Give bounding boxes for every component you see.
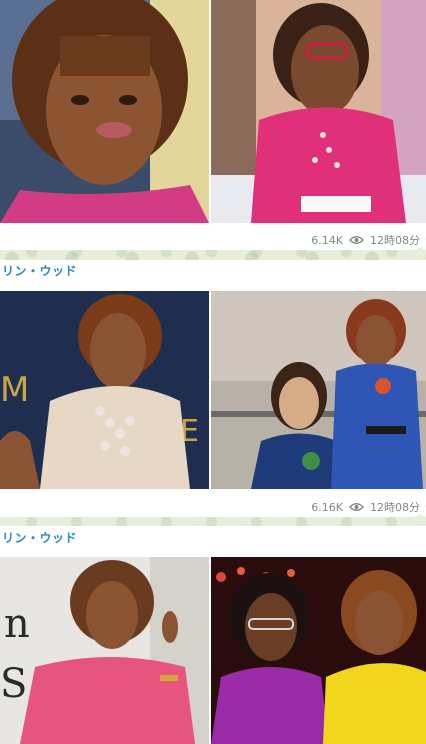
message-meta: 6.14K 12時08分	[311, 232, 420, 248]
view-count: 6.16K	[311, 500, 343, 514]
eye-icon	[349, 503, 364, 511]
photo-thumbnail[interactable]: n S	[0, 557, 209, 744]
view-count: 6.14K	[311, 233, 343, 247]
media-message: リン・ウッド M E 6.16K 12時08分	[0, 260, 426, 517]
photo-thumbnail[interactable]	[0, 0, 209, 223]
sender-name[interactable]: リン・ウッド	[2, 529, 77, 546]
media-message: 6.14K 12時08分	[0, 0, 426, 250]
photo-thumbnail[interactable]	[211, 291, 426, 489]
message-time: 12時08分	[370, 234, 420, 247]
media-message: リン・ウッド n S	[0, 526, 426, 744]
eye-icon	[349, 236, 364, 244]
message-time: 12時08分	[370, 501, 420, 514]
sender-name[interactable]: リン・ウッド	[2, 262, 77, 279]
svg-text:M: M	[0, 370, 29, 410]
photo-thumbnail[interactable]	[211, 0, 426, 223]
svg-text:n: n	[4, 601, 30, 647]
svg-text:S: S	[0, 661, 27, 707]
photo-thumbnail[interactable]: M E	[0, 291, 209, 489]
message-meta: 6.16K 12時08分	[311, 499, 420, 515]
photo-thumbnail[interactable]	[211, 557, 426, 744]
